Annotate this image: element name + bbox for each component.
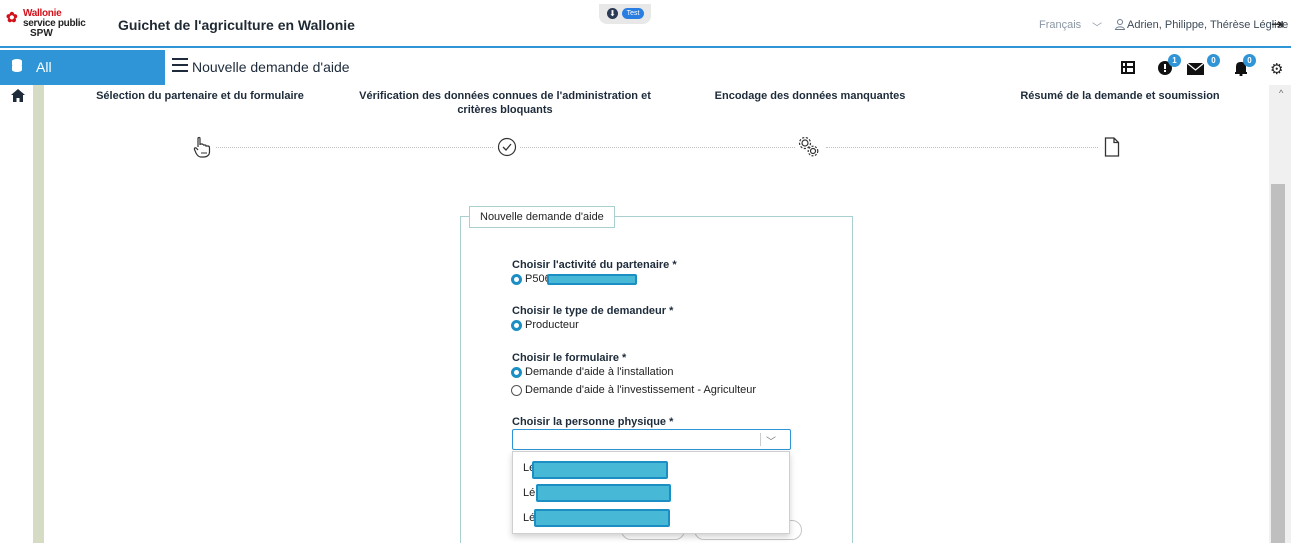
- redacted-block: [532, 461, 668, 479]
- form-choice-option-1[interactable]: Demande d'aide à l'installation: [511, 365, 674, 379]
- stack-icon: [10, 58, 24, 74]
- activity-option[interactable]: P506: [511, 272, 637, 286]
- page-title: Nouvelle demande d'aide: [192, 59, 350, 75]
- applicant-type-option[interactable]: Producteur: [511, 318, 579, 332]
- notification-count-badge: 0: [1243, 54, 1256, 67]
- form-choice-option-label: Demande d'aide à l'investissement - Agri…: [525, 384, 757, 396]
- grid-icon[interactable]: [1121, 61, 1135, 74]
- home-column: [0, 85, 33, 543]
- step-label-2: Vérification des données connues de l'ad…: [359, 90, 651, 116]
- step-label-1: Sélection du partenaire et du formulaire: [96, 90, 304, 102]
- person-dropdown: Lé Lé Lé: [512, 451, 790, 534]
- form-choice-label: Choisir le formulaire *: [512, 352, 627, 364]
- applicant-type-label: Choisir le type de demandeur *: [512, 305, 674, 317]
- language-selector[interactable]: Français: [1039, 19, 1081, 31]
- form-choice-option-2[interactable]: Demande d'aide à l'investissement - Agri…: [511, 383, 756, 397]
- form-choice-option-label: Demande d'aide à l'installation: [525, 366, 674, 378]
- radio-button-selected[interactable]: [511, 273, 522, 285]
- scrollbar-thumb[interactable]: [1271, 184, 1285, 543]
- redacted-block: [534, 509, 670, 527]
- dropdown-option-label: Lé: [523, 487, 536, 499]
- user-name[interactable]: Adrien, Philippe, Thérèse Léglise: [1127, 19, 1288, 31]
- select-separator: [760, 433, 761, 446]
- person-label: Choisir la personne physique *: [512, 416, 674, 428]
- download-icon: ⬇: [607, 8, 618, 19]
- radio-button[interactable]: [511, 384, 522, 396]
- alert-count-badge: 1: [1168, 54, 1181, 67]
- step-connector: [520, 147, 795, 148]
- form-card-legend: Nouvelle demande d'aide: [469, 206, 615, 228]
- environment-label: Test: [622, 8, 644, 19]
- document-icon: [1099, 134, 1125, 160]
- redacted-block: [536, 484, 671, 502]
- home-icon[interactable]: [11, 89, 25, 105]
- activity-label: Choisir l'activité du partenaire *: [512, 259, 677, 271]
- check-circle-icon: [494, 134, 520, 160]
- pointer-hand-icon: [189, 134, 215, 160]
- hamburger-menu-icon[interactable]: [172, 58, 188, 74]
- side-strip: [33, 85, 44, 543]
- applicant-type-option-label: Producteur: [525, 319, 579, 331]
- logo-line-3: SPW: [30, 28, 53, 39]
- dropdown-option[interactable]: Lé: [523, 487, 535, 499]
- step-label-3: Encodage des données manquantes: [714, 90, 906, 102]
- gear-icon[interactable]: ⚙: [1270, 60, 1283, 78]
- logout-icon[interactable]: ⇥: [1271, 15, 1284, 33]
- step-connector: [826, 147, 1106, 148]
- top-header: ✿ Wallonie service public SPW Guichet de…: [0, 0, 1291, 48]
- user-icon: [1114, 18, 1126, 30]
- redacted-block: [546, 273, 637, 285]
- nav-all-button[interactable]: All: [0, 50, 165, 85]
- radio-button-selected[interactable]: [511, 366, 522, 378]
- rooster-logo-icon: ✿: [6, 9, 18, 25]
- chevron-down-icon[interactable]: ﹀: [766, 433, 776, 448]
- app-title: Guichet de l'agriculture en Wallonie: [118, 17, 355, 33]
- nav-all-label: All: [36, 59, 52, 75]
- scroll-up-icon[interactable]: ^: [1279, 88, 1283, 98]
- step-label-4: Résumé de la demande et soumission: [1020, 90, 1220, 102]
- gears-icon: [796, 134, 822, 160]
- spw-logo[interactable]: ✿ Wallonie service public SPW: [4, 6, 104, 42]
- step-connector: [213, 147, 493, 148]
- environment-badge: ⬇ Test: [599, 4, 651, 24]
- chevron-down-icon[interactable]: ﹀: [1092, 19, 1102, 34]
- nav-bar: All Nouvelle demande d'aide 1 0 0 ⚙: [0, 50, 1291, 85]
- radio-button-selected[interactable]: [511, 319, 522, 331]
- envelope-icon[interactable]: [1186, 58, 1205, 76]
- message-count-badge: 0: [1207, 54, 1220, 67]
- person-select[interactable]: [512, 429, 791, 450]
